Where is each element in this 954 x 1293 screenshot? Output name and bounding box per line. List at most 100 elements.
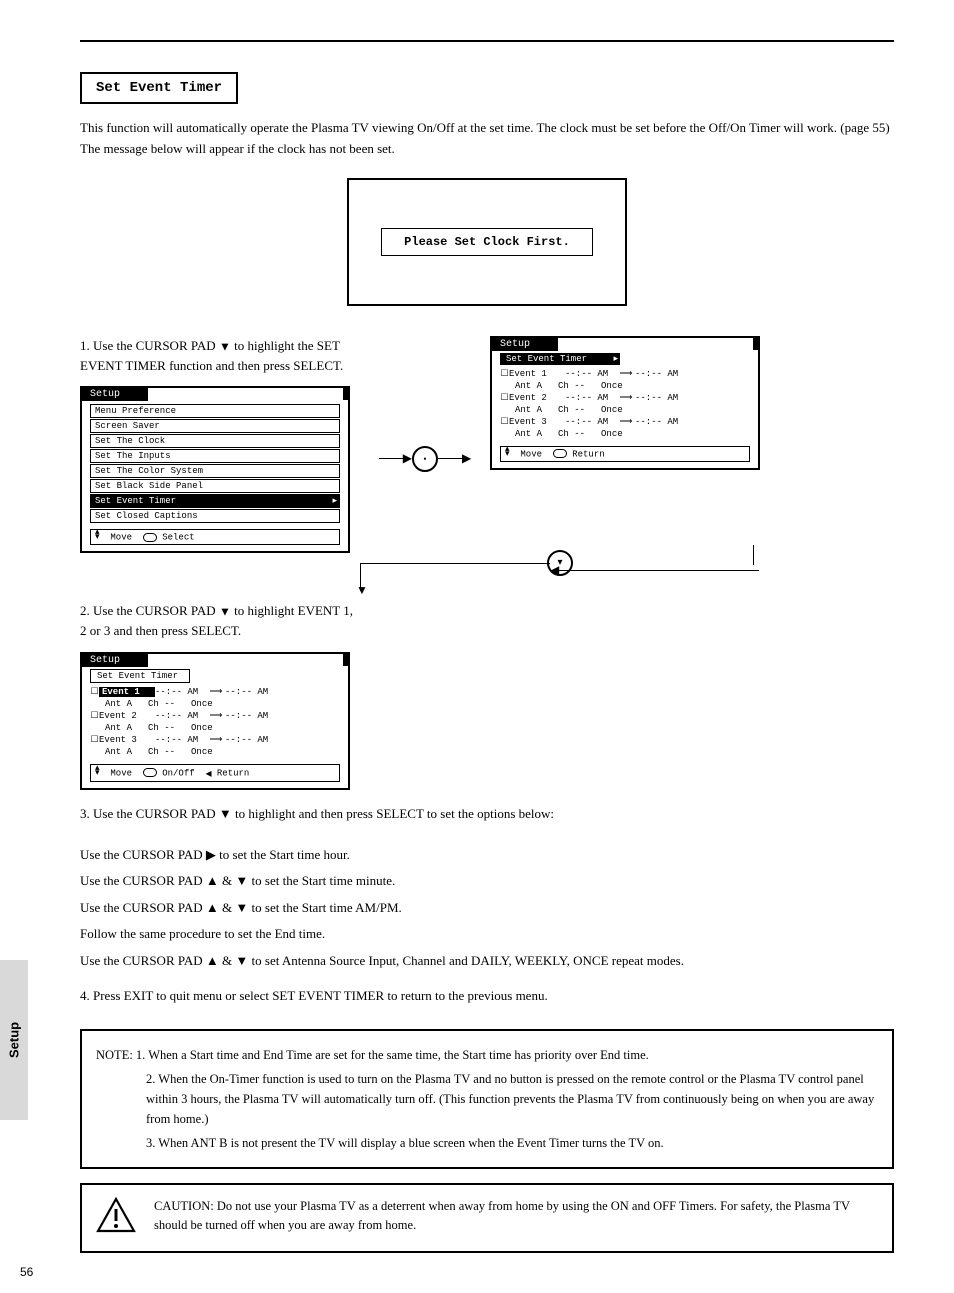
chevron-down-icon: ▼ xyxy=(356,583,368,598)
event-ant: Ant A xyxy=(105,699,132,709)
event-end: --:-- AM xyxy=(635,369,687,379)
dot-icon xyxy=(423,454,426,464)
event-mode: Once xyxy=(191,747,213,757)
step-2-num: 2. xyxy=(80,603,90,618)
event-end: --:-- AM xyxy=(225,735,277,745)
event-mode: Once xyxy=(191,699,213,709)
osd-item-label: Set Event Timer xyxy=(95,496,176,506)
osd-footer-return: Return xyxy=(572,449,604,459)
event-label: Event 3 xyxy=(99,735,155,745)
event-start: --:-- AM xyxy=(155,711,207,721)
step-3-lead: 3. Use the CURSOR PAD ▼ to highlight and… xyxy=(80,804,894,824)
warning-triangle-icon xyxy=(96,1197,138,1239)
osd-item-screen-saver: Screen Saver xyxy=(90,419,340,433)
updown-icon xyxy=(95,767,105,779)
flow-line xyxy=(438,458,462,459)
page-number: 56 xyxy=(20,1265,33,1279)
select-oval-icon xyxy=(143,533,157,542)
osd-subtitle-label: Set Event Timer xyxy=(506,354,587,364)
osd-subtitle-label: Set Event Timer xyxy=(97,671,178,681)
top-rule xyxy=(80,40,894,42)
osd-item-black-side-panel: Set Black Side Panel xyxy=(90,479,340,493)
osd-event-row-sub: Ant A Ch -- Once xyxy=(500,404,750,416)
osd-item-closed-captions: Set Closed Captions xyxy=(90,509,340,523)
event-num: 2 xyxy=(131,711,136,721)
event-ant: Ant A xyxy=(105,723,132,733)
step-2-text-a: Use the CURSOR PAD xyxy=(93,603,216,618)
event-ant: Ant A xyxy=(515,405,542,415)
caution-box: CAUTION: Do not use your Plasma TV as a … xyxy=(80,1183,894,1253)
step-3-item: Follow the same procedure to set the End… xyxy=(80,922,894,945)
event-mode: Once xyxy=(601,381,623,391)
osd-item-set-color-system: Set The Color System xyxy=(90,464,340,478)
event-mode: Once xyxy=(601,429,623,439)
step-4: 4. Press EXIT to quit menu or select SET… xyxy=(80,986,894,1006)
event-start: --:-- AM xyxy=(565,369,617,379)
left-return-icon: ◂ xyxy=(205,766,211,780)
step-2: 2. Use the CURSOR PAD ▼ to highlight EVE… xyxy=(80,601,360,641)
chevron-right-icon: ▶ xyxy=(462,451,471,466)
event-mode: Once xyxy=(601,405,623,415)
side-tab-setup: Setup xyxy=(0,960,28,1120)
event-start: --:-- AM xyxy=(155,687,207,697)
note-item: 3. When ANT B is not present the TV will… xyxy=(96,1133,878,1153)
arrow-right-long-icon: ⟶ xyxy=(207,711,225,721)
clock-first-text: Please Set Clock First. xyxy=(381,228,593,256)
osd-event-row-sub: Ant A Ch -- Once xyxy=(500,428,750,440)
event-start: --:-- AM xyxy=(565,393,617,403)
osd-footer-select: Select xyxy=(162,532,194,542)
event-label: Event 2 xyxy=(99,711,155,721)
note-item: 2. When the On-Timer function is used to… xyxy=(96,1069,878,1129)
checkbox-icon: ☐ xyxy=(500,393,509,403)
select-disc-icon: ▾ xyxy=(547,550,573,576)
event-ch: Ch -- xyxy=(558,429,585,439)
osd-event-row: ☐ Event 1 --:-- AM ⟶ --:-- AM xyxy=(90,686,340,698)
checkbox-icon: ☐ xyxy=(90,687,99,697)
checkbox-icon: ☐ xyxy=(500,369,509,379)
osd-event-row-sub: Ant A Ch -- Once xyxy=(90,698,340,710)
step-3-item: Use the CURSOR PAD ▶ to set the Start ti… xyxy=(80,843,894,866)
osd-footer-move: Move xyxy=(110,768,132,778)
event-ch: Ch -- xyxy=(558,381,585,391)
flow-line xyxy=(360,563,550,564)
checkbox-icon: ☐ xyxy=(90,711,99,721)
osd-event-row-sub: Ant A Ch -- Once xyxy=(500,380,750,392)
select-oval-icon xyxy=(143,768,157,777)
osd-footer-move: Move xyxy=(520,449,542,459)
flow-line xyxy=(559,570,759,571)
event-num: 3 xyxy=(131,735,136,745)
osd-title-tab: Setup xyxy=(82,654,148,667)
step-3-item: Use the CURSOR PAD ▲ & ▼ to set Antenna … xyxy=(80,949,894,972)
osd-subtitle: Set Event Timer xyxy=(90,669,190,683)
select-disc-icon xyxy=(412,446,438,472)
event-num: 2 xyxy=(541,393,546,403)
step-1: 1. Use the CURSOR PAD ▼ to highlight the… xyxy=(80,336,360,376)
osd-item-menu-preference: Menu Preference xyxy=(90,404,340,418)
section-heading-box: Set Event Timer xyxy=(80,72,238,104)
chevron-right-icon: ▶ xyxy=(403,451,412,466)
osd-event-row: ☐ Event 2 --:-- AM ⟶ --:-- AM xyxy=(500,392,750,404)
osd-footer-move: Move xyxy=(110,532,132,542)
caution-text: CAUTION: Do not use your Plasma TV as a … xyxy=(154,1197,878,1235)
event-ch: Ch -- xyxy=(558,405,585,415)
event-end: --:-- AM xyxy=(225,687,277,697)
note-item: NOTE: 1. When a Start time and End Time … xyxy=(96,1045,878,1065)
osd-tab-endcap xyxy=(343,654,348,666)
osd-title-tab: Setup xyxy=(492,338,558,351)
step-3-list: Use the CURSOR PAD ▶ to set the Start ti… xyxy=(80,843,894,972)
osd-title-tab: Setup xyxy=(82,388,148,401)
event-label: Event 3 xyxy=(509,417,565,427)
osd-footer: Move On/Off ◂ Return xyxy=(90,764,340,782)
clock-first-dialog: Please Set Clock First. xyxy=(347,178,627,306)
osd-footer-onoff: On/Off xyxy=(162,768,194,778)
osd-event-list-selected: Setup Set Event Timer ☐ Event 1 --:-- AM… xyxy=(80,652,350,790)
chevron-right-icon: ▸ xyxy=(613,354,618,364)
flow-line xyxy=(753,545,754,565)
osd-tab-endcap xyxy=(343,388,348,400)
updown-icon xyxy=(505,448,515,460)
arrow-right-long-icon: ⟶ xyxy=(207,735,225,745)
osd-event-row: ☐ Event 3 --:-- AM ⟶ --:-- AM xyxy=(500,416,750,428)
osd-event-row: ☐ Event 2 --:-- AM ⟶ --:-- AM xyxy=(90,710,340,722)
event-start: --:-- AM xyxy=(155,735,207,745)
osd-event-list: Setup Set Event Timer ▸ ☐ Event 1 --:-- … xyxy=(490,336,760,470)
